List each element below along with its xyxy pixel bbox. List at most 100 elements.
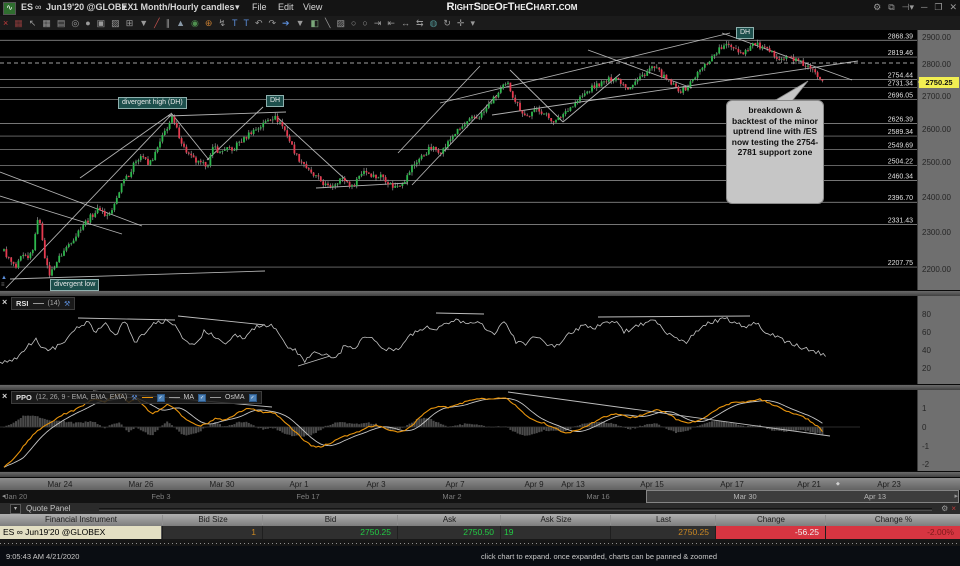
ppo-tool-icon[interactable]: ⚒	[131, 394, 137, 402]
scroll-up-icon[interactable]: ▲	[1, 275, 7, 281]
navigator-visible-window[interactable]	[646, 490, 959, 503]
ppo-ma-checkbox[interactable]: ✓	[198, 393, 207, 402]
layout-icon[interactable]: ▨	[111, 17, 120, 30]
contract-dropdown-icon[interactable]: ▾	[122, 2, 127, 13]
trendline[interactable]	[79, 112, 173, 179]
close-tool-icon[interactable]: ×	[3, 17, 8, 30]
quote-row[interactable]: ES ∞ Jun19'20 @GLOBEX 1 2750.25 2750.50 19 27…	[0, 526, 960, 539]
expand-left-icon[interactable]: ⇤	[387, 17, 395, 30]
ppo-panel[interactable]: × PPO (12, 26, 9 - EMA, EMA, EMA) ⚒ ✓ MA…	[0, 390, 917, 471]
pointer-icon[interactable]: ↖	[29, 17, 37, 30]
swap-icon[interactable]: ⇆	[416, 17, 424, 30]
rsi-trendline[interactable]	[435, 312, 485, 315]
settings-icon[interactable]: ⚙	[873, 2, 881, 13]
quote-column-header[interactable]: Financial Instrument	[0, 515, 162, 525]
heatmap-icon[interactable]: ▦	[14, 17, 23, 30]
quote-close-icon[interactable]: ×	[951, 504, 956, 513]
trendline[interactable]	[0, 195, 123, 235]
menu-file[interactable]: File	[252, 2, 267, 12]
quote-column-header[interactable]: Bid Size	[162, 515, 263, 525]
analyst-callout-note[interactable]: breakdown & backtest of the minor uptren…	[726, 100, 824, 204]
close-icon[interactable]: ✕	[949, 2, 957, 13]
menu-view[interactable]: View	[303, 2, 322, 12]
brush-icon[interactable]: ▨	[336, 17, 345, 30]
refresh-icon[interactable]: ↻	[443, 17, 451, 30]
navigator-right-arrow[interactable]: ▸	[954, 492, 958, 500]
wrench-icon[interactable]: ✛	[457, 17, 465, 30]
trendline[interactable]	[587, 49, 693, 89]
ppo-checkbox[interactable]: ✓	[156, 393, 165, 402]
image-icon[interactable]: ▣	[97, 17, 106, 30]
zoom-in-icon[interactable]: ○	[351, 17, 356, 30]
rsi-axis[interactable]: 80 60 40 20	[917, 296, 960, 384]
trendline[interactable]	[509, 69, 564, 123]
draw-icon[interactable]: ╱	[154, 17, 159, 30]
ppo-osma-checkbox[interactable]: ✓	[248, 393, 257, 402]
grid-icon[interactable]: ▦	[42, 17, 51, 30]
quote-column-header[interactable]: Last	[610, 515, 716, 525]
trendline[interactable]	[167, 111, 287, 117]
triangle-icon[interactable]: ▲	[176, 17, 185, 30]
trendline[interactable]	[9, 270, 266, 280]
trendline[interactable]	[206, 106, 264, 161]
more-dropdown-icon[interactable]: ▾	[470, 17, 475, 30]
ppo-close-button[interactable]: ×	[2, 391, 7, 401]
panel-icon[interactable]: ◧	[311, 17, 320, 30]
timeframe-label[interactable]: 1 Month/Hourly candles	[133, 2, 235, 12]
indicator-icon[interactable]: ∥	[166, 17, 171, 30]
rsi-trendline[interactable]	[297, 355, 331, 367]
chart-tool-icon[interactable]: ≡	[1, 282, 5, 288]
rsi-plot[interactable]	[0, 296, 917, 384]
zoom-out-icon[interactable]: ○	[362, 17, 367, 30]
rsi-trendline[interactable]	[597, 315, 751, 318]
minimize-icon[interactable]: ─	[921, 2, 927, 13]
globe-icon[interactable]: ◉	[191, 17, 199, 30]
fit-width-icon[interactable]: ↔	[401, 17, 410, 30]
target-icon[interactable]: ⊕	[205, 17, 213, 30]
rsi-trendline[interactable]	[77, 317, 176, 321]
quote-panel-collapse-button[interactable]: ▾	[10, 504, 21, 514]
undo-icon[interactable]: ↶	[255, 17, 263, 30]
divergent-low-label[interactable]: divergent low	[50, 279, 100, 291]
print-icon[interactable]: ▤	[57, 17, 66, 30]
quote-column-header[interactable]: Change	[715, 515, 826, 525]
rsi-panel[interactable]: × RSI (14) ⚒	[0, 296, 917, 384]
dh-label-top[interactable]: DH	[736, 27, 755, 39]
dh-label-first[interactable]: DH	[266, 95, 285, 107]
ppo-axis[interactable]: 1 0 -1 -2	[917, 390, 960, 471]
anchor-icon[interactable]: ↯	[218, 17, 226, 30]
world-icon[interactable]: ◍	[429, 17, 437, 30]
quote-column-header[interactable]: Ask	[397, 515, 501, 525]
timeline-navigator[interactable]: ◂ ▸ Jan 20 Feb 3 Feb 17 Mar 2 Mar 16 Mar 30 Ap…	[0, 490, 960, 504]
text-note-icon[interactable]: T	[232, 17, 238, 30]
redo-icon[interactable]: ↷	[269, 17, 277, 30]
trendline[interactable]	[5, 113, 173, 289]
trendline[interactable]	[171, 113, 210, 161]
rsi-trendline[interactable]	[177, 315, 266, 326]
multi-layout-icon[interactable]: ⊞	[126, 17, 134, 30]
trendline-icon[interactable]: ╲	[325, 17, 330, 30]
divergent-high-label[interactable]: divergent high (DH)	[118, 97, 187, 109]
quote-column-header[interactable]: Change %	[825, 515, 960, 525]
rsi-close-button[interactable]: ×	[2, 297, 7, 307]
rsi-tool-icon[interactable]: ⚒	[64, 300, 70, 308]
expand-right-icon[interactable]: ⇥	[374, 17, 382, 30]
link-icon[interactable]: ⧉	[888, 2, 894, 13]
price-axis[interactable]: 2750.25 2900.00 2800.00 2700.00 2600.00 2500…	[917, 30, 960, 292]
quote-settings-icon[interactable]: ⚙	[941, 504, 948, 513]
snapshot-icon[interactable]: ◎	[71, 17, 79, 30]
quote-column-header[interactable]: Ask Size	[500, 515, 611, 525]
contract-label[interactable]: Jun19'20 @GLOBEX	[46, 2, 133, 12]
restore-icon[interactable]: ❐	[934, 2, 942, 13]
filter-icon[interactable]: ▼	[296, 17, 305, 30]
forward-icon[interactable]: ➔	[282, 17, 290, 30]
quote-column-header[interactable]: Bid	[262, 515, 398, 525]
trendline[interactable]	[397, 65, 481, 154]
timeframe-dropdown-icon[interactable]: ▾	[235, 2, 240, 13]
menu-edit[interactable]: Edit	[278, 2, 294, 12]
text-box-icon[interactable]: T	[243, 17, 249, 30]
pin-icon[interactable]: ⊣▾	[902, 2, 914, 13]
circle-tool-icon[interactable]: ●	[85, 17, 90, 30]
trendline[interactable]	[411, 94, 498, 186]
price-chart-panel[interactable]: 2868.39 2819.46 2754.44 2731.34 2696.05 2626.…	[0, 27, 917, 291]
